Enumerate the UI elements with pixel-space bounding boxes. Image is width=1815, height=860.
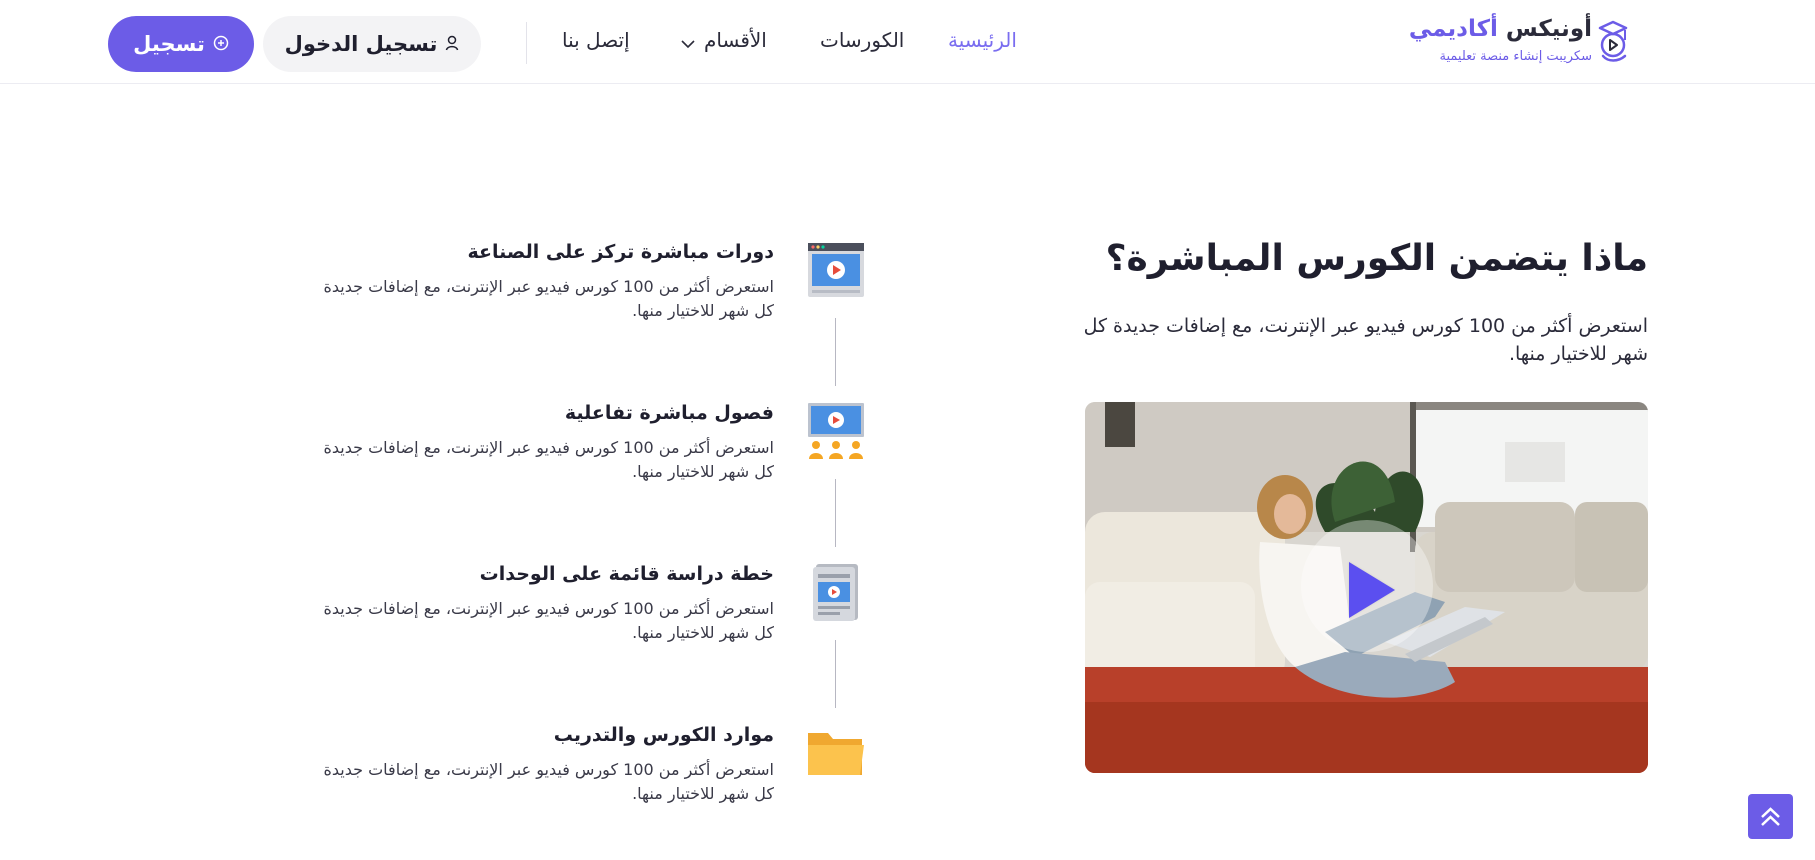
brand-subtitle: سكريبت إنشاء منصة تعليمية (1439, 49, 1592, 64)
video-thumbnail[interactable] (1085, 402, 1648, 773)
login-button-label: تسجيل الدخول (284, 32, 438, 56)
section-heading: ماذا يتضمن الكورس المباشرة؟ (1105, 238, 1648, 279)
folder-icon (808, 733, 864, 775)
site-header: أونيكس أكاديمي سكريبت إنشاء منصة تعليمية… (0, 0, 1815, 84)
feature-item: دورات مباشرة تركز على الصناعة استعرض أكث… (320, 241, 775, 323)
brand-title: أونيكس أكاديمي (1408, 16, 1592, 42)
nav-sections[interactable]: الأقسام (680, 28, 767, 58)
register-button[interactable]: تسجيل (108, 16, 254, 72)
register-button-label: تسجيل (133, 32, 205, 56)
feature-item: موارد الكورس والتدريب استعرض أكثر من 100… (320, 724, 775, 806)
double-chevron-up-icon (1761, 807, 1780, 826)
nav-home[interactable]: الرئيسية (948, 28, 1017, 58)
brand-logo[interactable]: أونيكس أكاديمي سكريبت إنشاء منصة تعليمية (1400, 16, 1630, 70)
feature-description: استعرض أكثر من 100 كورس فيديو عبر الإنتر… (323, 277, 775, 320)
feature-title: دورات مباشرة تركز على الصناعة (467, 241, 774, 263)
feature-description: استعرض أكثر من 100 كورس فيديو عبر الإنتر… (323, 438, 775, 481)
feature-item: خطة دراسة قائمة على الوحدات استعرض أكثر … (320, 563, 775, 645)
login-button[interactable]: تسجيل الدخول (263, 16, 481, 72)
feature-title: موارد الكورس والتدريب (553, 724, 774, 746)
user-icon (445, 32, 459, 56)
plus-circle-icon (213, 32, 229, 56)
section-description: استعرض أكثر من 100 كورس فيديو عبر الإنتر… (1083, 315, 1648, 365)
feature-title: خطة دراسة قائمة على الوحدات (479, 563, 774, 585)
timeline-connector (835, 640, 836, 708)
nav-sections-label: الأقسام (704, 28, 767, 52)
video-window-icon (808, 243, 864, 297)
video-document-icon (813, 564, 858, 621)
feature-title: فصول مباشرة تفاعلية (564, 402, 774, 424)
timeline-connector (835, 479, 836, 547)
graduation-play-icon (1598, 20, 1628, 62)
nav-contact[interactable]: إتصل بنا (562, 28, 630, 58)
video-audience-icon (808, 403, 864, 459)
chevron-down-icon (680, 30, 696, 54)
play-icon[interactable] (1349, 562, 1395, 618)
nav-divider (526, 22, 527, 64)
feature-item: فصول مباشرة تفاعلية استعرض أكثر من 100 ك… (320, 402, 775, 484)
nav-courses[interactable]: الكورسات (820, 28, 904, 58)
timeline-connector (835, 318, 836, 386)
feature-description: استعرض أكثر من 100 كورس فيديو عبر الإنتر… (323, 760, 775, 803)
scroll-to-top-button[interactable] (1748, 794, 1793, 839)
feature-description: استعرض أكثر من 100 كورس فيديو عبر الإنتر… (323, 599, 775, 642)
